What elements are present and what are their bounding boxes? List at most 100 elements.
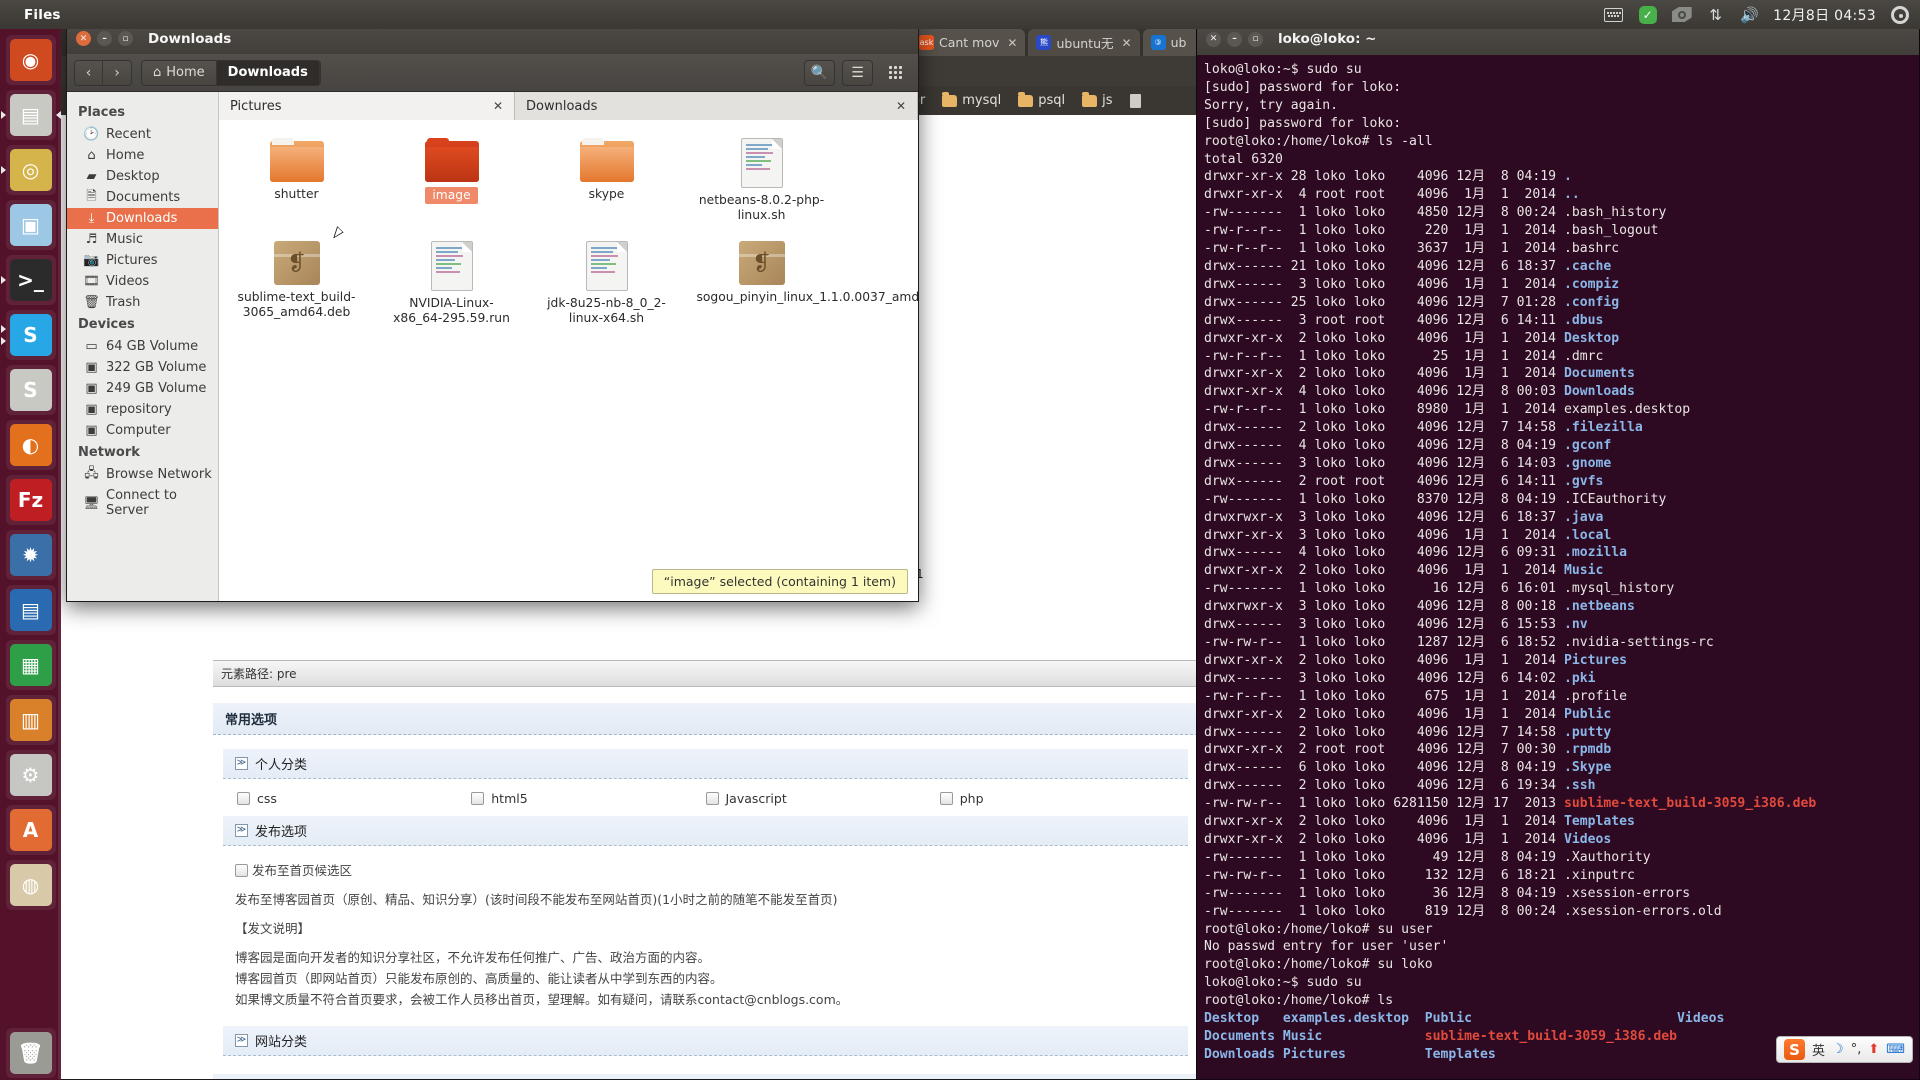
sidebar-item-desktop[interactable]: ▰ Desktop xyxy=(67,166,218,187)
terminal-output[interactable]: loko@loko:~$ sudo su [sudo] password for … xyxy=(1197,55,1919,1064)
personal-category-header[interactable]: ≫ 个人分类 xyxy=(223,749,1188,779)
checkbox[interactable] xyxy=(471,792,485,805)
sidebar-item-downloads[interactable]: ⤓ Downloads xyxy=(67,208,218,229)
checkmark-icon[interactable]: ✓ xyxy=(1637,5,1658,24)
moon-icon[interactable]: ☽ xyxy=(1832,1042,1844,1057)
launcher-item-darktable[interactable]: ✹ xyxy=(5,530,56,580)
category-checkbox[interactable]: Javascript xyxy=(705,791,940,806)
breadcrumb-item-downloads[interactable]: Downloads xyxy=(216,60,320,85)
volume-icon[interactable]: 🔊 xyxy=(1739,5,1760,24)
view-grid-icon[interactable] xyxy=(880,60,911,86)
minimize-icon[interactable]: – xyxy=(1227,31,1242,47)
sidebar-item-music[interactable]: ♬ Music xyxy=(67,229,218,250)
sidebar-item-connect-to-server[interactable]: 🖥 Connect to Server xyxy=(67,485,218,521)
sidebar-item-documents[interactable]: 🗎 Documents xyxy=(67,187,218,208)
sidebar-item-249-gb-volume[interactable]: ▣ 249 GB Volume xyxy=(67,378,218,399)
notice-line: 博客园是面向开发者的知识分享社区，不允许发布任何推广、广告、政治方面的内容。 xyxy=(235,950,711,965)
launcher-item-firefox[interactable]: ◐ xyxy=(5,420,56,470)
publish-options-header[interactable]: ≫ 发布选项 xyxy=(223,816,1188,846)
sidebar-item-recent[interactable]: 🕑 Recent xyxy=(67,124,218,145)
network-icon[interactable]: ⇅ xyxy=(1705,5,1726,24)
sidebar-item-64-gb-volume[interactable]: ▭ 64 GB Volume xyxy=(67,336,218,357)
clock[interactable]: 12月8日 04:53 xyxy=(1773,5,1876,25)
ubuntu-software-center-icon: A xyxy=(9,809,52,851)
launcher-item-system-settings[interactable]: ⚙ xyxy=(5,750,56,800)
active-app-name[interactable]: Files xyxy=(24,7,61,23)
bookmark-item[interactable]: mysql xyxy=(942,91,1001,108)
sidebar-item-home[interactable]: ⌂ Home xyxy=(67,145,218,166)
breadcrumb-item-home[interactable]: ⌂ Home xyxy=(142,60,217,85)
pane-tab-downloads[interactable]: Downloads ✕ xyxy=(515,92,918,120)
sidebar-item-browse-network[interactable]: 🖧 Browse Network xyxy=(67,464,218,485)
browser-tab[interactable]: 熊 ubuntu无 ✕ xyxy=(1028,29,1140,56)
checkbox[interactable] xyxy=(237,792,250,805)
file-item[interactable]: skype xyxy=(529,134,684,223)
file-item[interactable]: ❡ sublime-text_build-3065_amd64.deb xyxy=(219,237,374,326)
forward-button[interactable]: › xyxy=(103,60,131,85)
close-icon[interactable]: ✕ xyxy=(76,31,91,46)
browser-tab[interactable]: ask Cant mov ✕ xyxy=(911,29,1026,56)
maximize-icon[interactable]: ▫ xyxy=(118,31,133,46)
file-item[interactable]: image xyxy=(374,134,529,223)
file-item[interactable]: netbeans-8.0.2-php-linux.sh xyxy=(684,134,839,223)
launcher-item-files[interactable]: ▤ xyxy=(0,90,61,140)
bookmark-item[interactable]: js xyxy=(1082,91,1113,108)
shirt-icon[interactable]: ⬆ xyxy=(1868,1042,1879,1057)
gear-icon[interactable] xyxy=(1889,5,1910,24)
folder-icon xyxy=(1018,91,1034,107)
punctuation-icon[interactable]: °, xyxy=(1851,1042,1862,1057)
launcher-item-filezilla[interactable]: Fz xyxy=(5,475,56,525)
terminal-line: drwxr-xr-x 28 loko loko 4096 12月 8 04:19… xyxy=(1204,169,1572,185)
sidebar-item-repository[interactable]: ▣ repository xyxy=(67,399,218,420)
keyboard-icon[interactable] xyxy=(1603,5,1624,24)
checkbox[interactable] xyxy=(705,792,719,805)
minimize-icon[interactable]: – xyxy=(97,31,112,46)
site-category-header[interactable]: ≫ 网站分类 xyxy=(223,1026,1188,1056)
launcher-item-libreoffice-impress[interactable]: ▥ xyxy=(5,695,56,745)
sidebar-item-label: Desktop xyxy=(106,169,160,184)
nvidia-icon[interactable] xyxy=(1671,5,1692,24)
launcher-item-libreoffice-calc[interactable]: ▦ xyxy=(5,640,56,690)
ime-mode-label[interactable]: 英 xyxy=(1812,1040,1825,1059)
bookmark-item[interactable]: psql xyxy=(1018,91,1065,108)
publish-front-page-checkbox[interactable] xyxy=(235,864,248,877)
file-item[interactable]: shutter xyxy=(219,134,374,223)
file-item[interactable]: ❡ sogou_pinyin_linux_1.1.0.0037_amd64.deb xyxy=(684,237,918,326)
common-options-header: 常用选项 xyxy=(213,703,1196,735)
close-icon[interactable]: ✕ xyxy=(896,99,906,113)
sogou-ime-indicator[interactable]: S 英 ☽ °, ⬆ ⌨ xyxy=(1776,1036,1913,1063)
close-icon[interactable]: ✕ xyxy=(1122,36,1132,50)
search-icon[interactable]: 🔍 xyxy=(804,59,835,86)
sidebar-item-pictures[interactable]: 📷 Pictures xyxy=(67,250,218,271)
launcher-item-virtualbox[interactable]: ▣ xyxy=(5,200,56,250)
category-checkbox[interactable]: html5 xyxy=(471,791,705,806)
bookmark-item[interactable] xyxy=(1129,93,1146,108)
launcher-item-libreoffice-writer[interactable]: ▤ xyxy=(5,585,56,635)
maximize-icon[interactable]: ▫ xyxy=(1248,31,1263,47)
launcher-item-google-chrome[interactable]: ◎ xyxy=(0,145,56,195)
pane-tab-pictures[interactable]: Pictures ✕ xyxy=(219,92,515,120)
launcher-item-trash[interactable]: 🗑 xyxy=(5,1028,56,1078)
close-icon[interactable]: ✕ xyxy=(1206,31,1221,47)
close-icon[interactable]: ✕ xyxy=(1007,36,1017,50)
category-checkbox[interactable]: css xyxy=(237,791,471,806)
category-checkbox[interactable]: php xyxy=(939,791,1174,806)
launcher-item-amazon[interactable]: ◍ xyxy=(5,860,56,910)
launcher-item-ubuntu-software-center[interactable]: A xyxy=(5,805,56,855)
launcher-item-ubuntu-dash[interactable]: ◉ xyxy=(5,35,56,85)
back-button[interactable]: ‹ xyxy=(75,60,103,85)
file-item[interactable]: NVIDIA-Linux-x86_64-295.59.run xyxy=(374,237,529,326)
close-icon[interactable]: ✕ xyxy=(493,99,503,113)
menu-icon[interactable]: ☰ xyxy=(842,59,873,86)
sidebar-item-computer[interactable]: ▣ Computer xyxy=(67,420,218,441)
checkbox[interactable] xyxy=(939,792,953,805)
file-item[interactable]: jdk-8u25-nb-8_0_2-linux-x64.sh xyxy=(529,237,684,326)
launcher-item-sublime-text[interactable]: S xyxy=(5,365,56,415)
sidebar-item-videos[interactable]: 🎞 Videos xyxy=(67,271,218,292)
sidebar-item-trash[interactable]: 🗑 Trash xyxy=(67,292,218,313)
browser-tab[interactable]: ③ub✕ xyxy=(1142,29,1196,56)
keyboard-icon[interactable]: ⌨ xyxy=(1886,1042,1905,1057)
launcher-item-skype[interactable]: S xyxy=(0,310,56,360)
launcher-item-terminal[interactable]: >_ xyxy=(0,255,56,305)
sidebar-item-322-gb-volume[interactable]: ▣ 322 GB Volume xyxy=(67,357,218,378)
